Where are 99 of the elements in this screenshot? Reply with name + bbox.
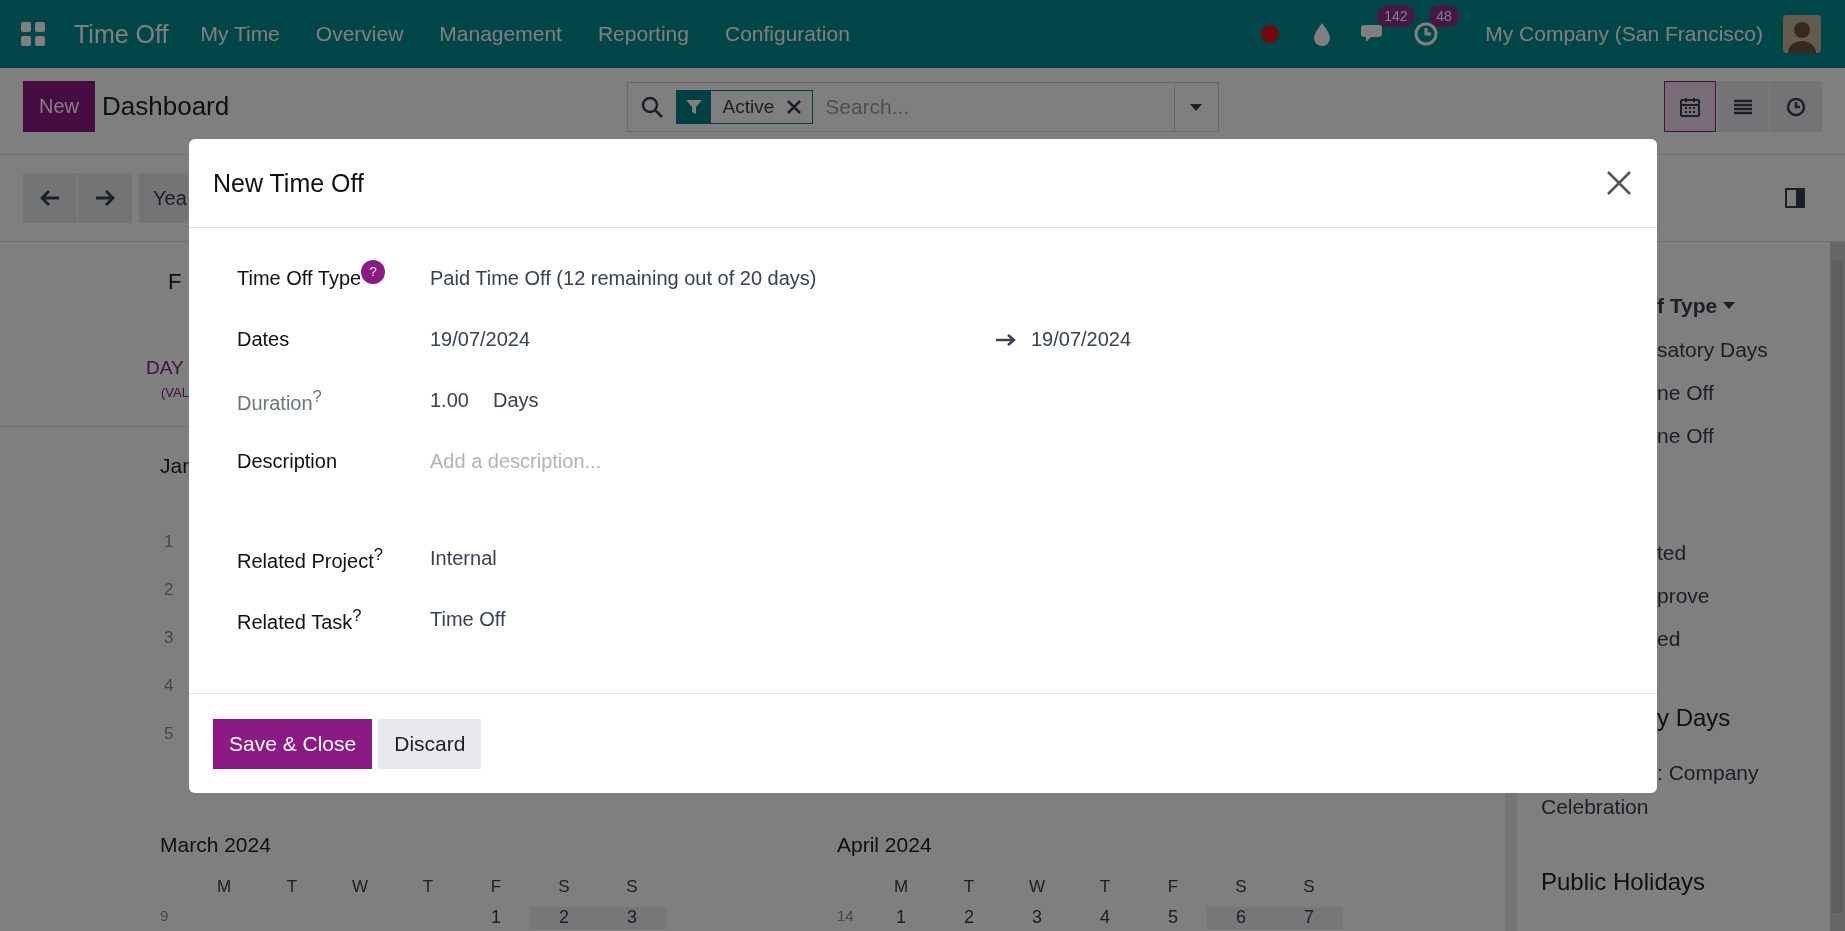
month-title: April 2024 [837, 833, 933, 857]
week-number: 9 [160, 907, 170, 926]
unit-label: Days [492, 389, 539, 412]
app-name[interactable]: Time Off [74, 19, 169, 49]
weekday-label: T [962, 877, 976, 898]
scrollbar[interactable] [1830, 242, 1845, 931]
day-cell[interactable]: 6 [1207, 907, 1275, 929]
field-label: Duration$^{?}$ [237, 386, 322, 415]
menu-item[interactable]: Configuration [725, 22, 850, 46]
arrow-right-icon [94, 189, 116, 207]
view-switch-button[interactable] [1717, 81, 1769, 132]
week-number: 14 [837, 907, 855, 926]
menu-item[interactable]: Overview [315, 22, 404, 46]
field-value[interactable]: Paid Time Off (12 remaining out of 20 days) [430, 267, 817, 290]
field-value: 1.00 [430, 389, 469, 412]
activity-count-badge: 48 [1429, 5, 1459, 27]
week-number: 2 [164, 580, 174, 601]
weekday-label: F [489, 877, 503, 898]
view-switch-button[interactable] [1664, 81, 1716, 132]
field-label: Dates [237, 328, 290, 351]
filter-facet[interactable]: Active [675, 89, 814, 124]
close-icon[interactable] [786, 98, 803, 115]
weekday-label: W [350, 877, 369, 898]
search-icon[interactable] [639, 94, 664, 119]
caret-icon[interactable] [1189, 101, 1203, 112]
side-panel-item[interactable]: ne Off [1657, 414, 1830, 457]
field-label: Related Task$^{?}$ [237, 605, 362, 634]
view-switch-button[interactable] [1770, 81, 1822, 132]
caret-icon[interactable] [1723, 302, 1736, 310]
weekday-label: S [1234, 877, 1248, 898]
arrow-left-icon [39, 189, 61, 207]
section-heading: Public Holidays [1541, 867, 1707, 897]
day-cell[interactable]: 2 [530, 907, 598, 929]
side-panel-item[interactable]: : Company [1657, 756, 1830, 790]
clock-icon[interactable] [1413, 21, 1440, 47]
new-button[interactable]: New [23, 81, 95, 132]
calendar-label: F [168, 269, 182, 295]
week-number: 3 [164, 628, 174, 649]
section-heading: y Days [1657, 703, 1732, 733]
weekday-label: S [557, 877, 571, 898]
week-number: 4 [164, 676, 174, 697]
field-label: Description [237, 450, 338, 473]
filter-icon [684, 97, 703, 116]
next-button[interactable] [78, 173, 132, 223]
date-field[interactable]: 19/07/2024 [430, 328, 995, 351]
day-cell[interactable]: 2 [935, 907, 1003, 929]
weekday-label: S [625, 877, 639, 898]
day-cell[interactable]: 7 [1275, 907, 1343, 929]
day-cell[interactable]: 3 [1003, 907, 1071, 929]
day-cell[interactable]: 4 [1071, 907, 1139, 929]
menu-item[interactable]: My Time [200, 22, 280, 46]
side-panel-item[interactable]: ne Off [1657, 371, 1830, 414]
date-field[interactable]: 19/07/2024 [1031, 328, 1132, 351]
menu-item[interactable]: Reporting [597, 22, 689, 46]
discard-button[interactable]: Discard [378, 718, 482, 769]
field-label: Related Project$^{?}$ [237, 544, 383, 573]
weekday-label: M [215, 877, 233, 898]
day-cell[interactable]: 5 [1139, 907, 1207, 929]
side-panel-item[interactable]: satory Days [1657, 328, 1830, 371]
company-switcher[interactable]: My Company (San Francisco) [1485, 22, 1763, 46]
description-field[interactable]: Add a description... [430, 450, 1030, 473]
dialog-title: New Time Off [213, 168, 364, 198]
field-value[interactable]: Internal [430, 547, 497, 570]
weekday-label: T [1098, 877, 1112, 898]
week-number: 1 [164, 532, 174, 553]
week-number: 5 [164, 724, 174, 745]
page-title: Dashboard [102, 91, 230, 122]
side-panel-toggle-icon[interactable] [1784, 187, 1806, 209]
side-panel-item[interactable]: ed [1657, 617, 1830, 660]
weekday-label: M [892, 877, 910, 898]
side-panel-item[interactable]: prove [1657, 574, 1830, 617]
help-badge[interactable]: ? [361, 259, 386, 284]
user-avatar-icon[interactable] [1783, 15, 1821, 53]
weekday-label: W [1027, 877, 1046, 898]
day-cell[interactable]: 3 [598, 907, 666, 929]
weekday-label: S [1302, 877, 1316, 898]
close-icon[interactable] [1605, 169, 1633, 197]
scale-dropdown[interactable]: Yea [139, 173, 188, 223]
weekday-label: T [421, 877, 435, 898]
day-cell[interactable]: 1 [462, 907, 530, 929]
month-title: March 2024 [160, 833, 272, 857]
menu-item[interactable]: Management [439, 22, 562, 46]
save-button[interactable]: Save & Close [213, 718, 373, 769]
arrow-right-icon [995, 332, 1017, 347]
weekday-label: F [1166, 877, 1180, 898]
clock-icon [1785, 95, 1807, 118]
field-value[interactable]: Time Off [430, 608, 506, 631]
legend-label: DAY [146, 357, 184, 379]
apps-menu-icon[interactable] [20, 21, 46, 47]
side-panel-item[interactable]: Celebration [1541, 790, 1830, 824]
filter-heading: f Type [1657, 294, 1718, 318]
previous-button[interactable] [23, 173, 77, 223]
side-panel-item[interactable]: ted [1657, 531, 1830, 574]
message-count-badge: 142 [1377, 5, 1415, 27]
legend-note: (VAL [161, 385, 189, 400]
day-cell[interactable]: 1 [867, 907, 935, 929]
weekday-label: T [285, 877, 299, 898]
calendar-icon [1679, 95, 1701, 118]
field-label: Time Off Type [237, 267, 362, 290]
